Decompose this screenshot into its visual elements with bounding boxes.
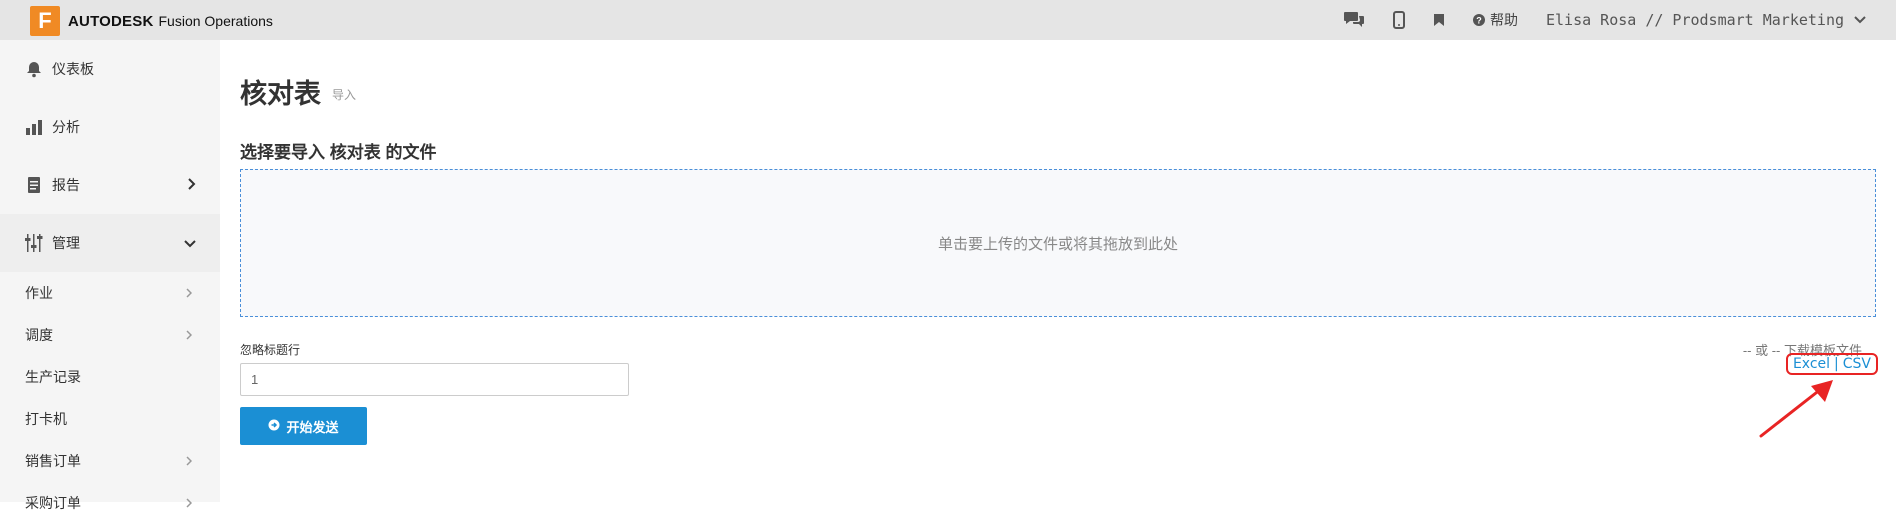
chevron-right-icon bbox=[186, 495, 193, 511]
chevron-down-icon bbox=[1854, 16, 1866, 24]
ignore-header-label: 忽略标题行 bbox=[240, 343, 301, 357]
excel-template-link[interactable]: Excel bbox=[1793, 356, 1830, 372]
sidebar-subitem-label: 生产记录 bbox=[25, 369, 81, 385]
main-content: 核对表 导入 选择要导入 核对表 的文件 单击要上传的文件或将其拖放到此处 忽略… bbox=[240, 40, 1880, 502]
sidebar-item-label: 报告 bbox=[52, 177, 80, 193]
page-subtitle: 导入 bbox=[332, 88, 357, 102]
sidebar-item-label: 管理 bbox=[52, 235, 80, 251]
mobile-icon[interactable] bbox=[1392, 11, 1405, 29]
sliders-icon bbox=[24, 233, 44, 253]
section-title: 选择要导入 核对表 的文件 bbox=[240, 143, 437, 162]
template-links: Excel | CSV bbox=[1785, 353, 1878, 375]
brand-name: AUTODESK bbox=[68, 12, 154, 30]
chevron-right-icon bbox=[188, 177, 196, 193]
dropzone-text: 单击要上传的文件或将其拖放到此处 bbox=[937, 235, 1178, 253]
sidebar-item-dashboard[interactable]: 仪表板 bbox=[0, 40, 220, 98]
product-name: Fusion Operations bbox=[158, 13, 273, 29]
help-label: 帮助 bbox=[1489, 12, 1518, 28]
sidebar-subitem-production-records[interactable]: 生产记录 bbox=[0, 356, 220, 398]
sidebar-item-label: 仪表板 bbox=[52, 61, 94, 77]
sidebar-item-label: 分析 bbox=[52, 119, 80, 135]
svg-text:?: ? bbox=[1476, 16, 1482, 26]
sidebar-subitem-purchase-orders[interactable]: 采购订单 bbox=[0, 482, 220, 524]
link-separator: | bbox=[1834, 356, 1839, 372]
sidebar-subitem-label: 作业 bbox=[25, 285, 53, 301]
document-icon bbox=[24, 176, 44, 194]
page-title: 核对表 bbox=[240, 79, 321, 109]
sidebar-subitem-sales-orders[interactable]: 销售订单 bbox=[0, 440, 220, 482]
chevron-right-icon bbox=[186, 327, 193, 343]
bell-icon bbox=[24, 60, 44, 78]
start-send-button[interactable]: 开始发送 bbox=[240, 407, 367, 445]
sidebar-subitem-label: 调度 bbox=[25, 327, 53, 343]
sidebar: 仪表板 分析 报告 管理 作业 调度 生产记录 打卡机 销售订单 采购订单 bbox=[0, 40, 220, 511]
file-dropzone[interactable]: 单击要上传的文件或将其拖放到此处 bbox=[240, 169, 1876, 317]
top-right-controls: ? 帮助 Elisa Rosa // Prodsmart Marketing bbox=[1343, 0, 1866, 40]
sidebar-item-analytics[interactable]: 分析 bbox=[0, 98, 220, 156]
user-label: Elisa Rosa // Prodsmart Marketing bbox=[1545, 11, 1844, 29]
annotation-arrow-icon bbox=[1759, 380, 1833, 438]
sidebar-item-reports[interactable]: 报告 bbox=[0, 156, 220, 214]
sidebar-subitem-label: 销售订单 bbox=[25, 453, 81, 469]
top-bar: F AUTODESK Fusion Operations ? 帮助 Elisa … bbox=[0, 0, 1896, 40]
sidebar-subitem-label: 采购订单 bbox=[25, 495, 81, 511]
brand-logo[interactable]: F AUTODESK Fusion Operations bbox=[30, 6, 273, 36]
sidebar-item-manage[interactable]: 管理 bbox=[0, 214, 220, 272]
chevron-right-icon bbox=[186, 285, 193, 301]
question-circle-icon: ? bbox=[1472, 14, 1485, 26]
start-send-label: 开始发送 bbox=[286, 419, 339, 435]
user-menu[interactable]: Elisa Rosa // Prodsmart Marketing bbox=[1546, 11, 1866, 29]
bar-chart-icon bbox=[24, 118, 44, 136]
sidebar-subitem-jobs[interactable]: 作业 bbox=[0, 272, 220, 314]
sidebar-subitem-time-clock[interactable]: 打卡机 bbox=[0, 398, 220, 440]
chat-icon[interactable] bbox=[1343, 10, 1365, 30]
help-link[interactable]: ? 帮助 bbox=[1472, 10, 1518, 30]
chevron-down-icon bbox=[184, 235, 196, 251]
fusion-logo-icon: F bbox=[30, 6, 60, 36]
chevron-right-icon bbox=[186, 453, 193, 469]
csv-template-link[interactable]: CSV bbox=[1843, 356, 1871, 372]
ignore-header-input[interactable] bbox=[240, 363, 629, 396]
bookmark-icon[interactable] bbox=[1433, 13, 1445, 27]
sidebar-subitem-scheduling[interactable]: 调度 bbox=[0, 314, 220, 356]
arrow-circle-icon bbox=[268, 419, 280, 434]
sidebar-subitem-label: 打卡机 bbox=[25, 411, 67, 427]
